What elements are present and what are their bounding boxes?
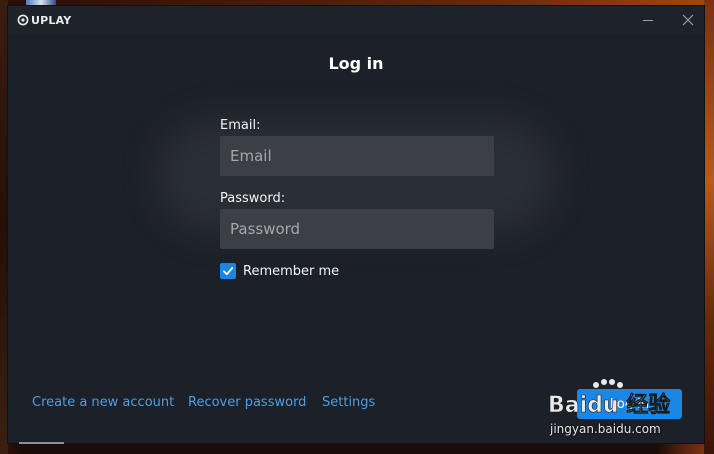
email-label: Email: [220, 118, 261, 133]
remember-me-label: Remember me [243, 263, 340, 279]
settings-link[interactable]: Settings [322, 395, 375, 410]
password-label: Password: [220, 191, 286, 206]
logo-text: UPLAY [31, 13, 72, 27]
uplay-logo: UPLAY [17, 13, 71, 27]
recover-password-link[interactable]: Recover password [188, 395, 306, 410]
titlebar[interactable]: UPLAY [8, 6, 704, 34]
uplay-logo-icon [17, 14, 29, 26]
checkmark-icon [223, 267, 234, 276]
remember-me-checkbox[interactable] [220, 263, 236, 279]
close-button[interactable] [679, 11, 697, 29]
desktop-background-right [704, 0, 714, 454]
password-input[interactable] [220, 209, 494, 249]
window-tab-indicator [19, 442, 64, 444]
minimize-icon [643, 20, 653, 21]
remember-me-toggle[interactable]: Remember me [220, 263, 339, 279]
login-window: UPLAY Log in Email: Password: Remember m… [8, 6, 704, 444]
create-account-link[interactable]: Create a new account [32, 395, 174, 410]
page-title: Log in [328, 54, 384, 73]
close-icon [682, 14, 694, 26]
email-input[interactable] [220, 136, 494, 176]
desktop-background-left [0, 0, 8, 454]
minimize-button[interactable] [639, 11, 657, 29]
login-button[interactable]: Log in [577, 389, 682, 419]
